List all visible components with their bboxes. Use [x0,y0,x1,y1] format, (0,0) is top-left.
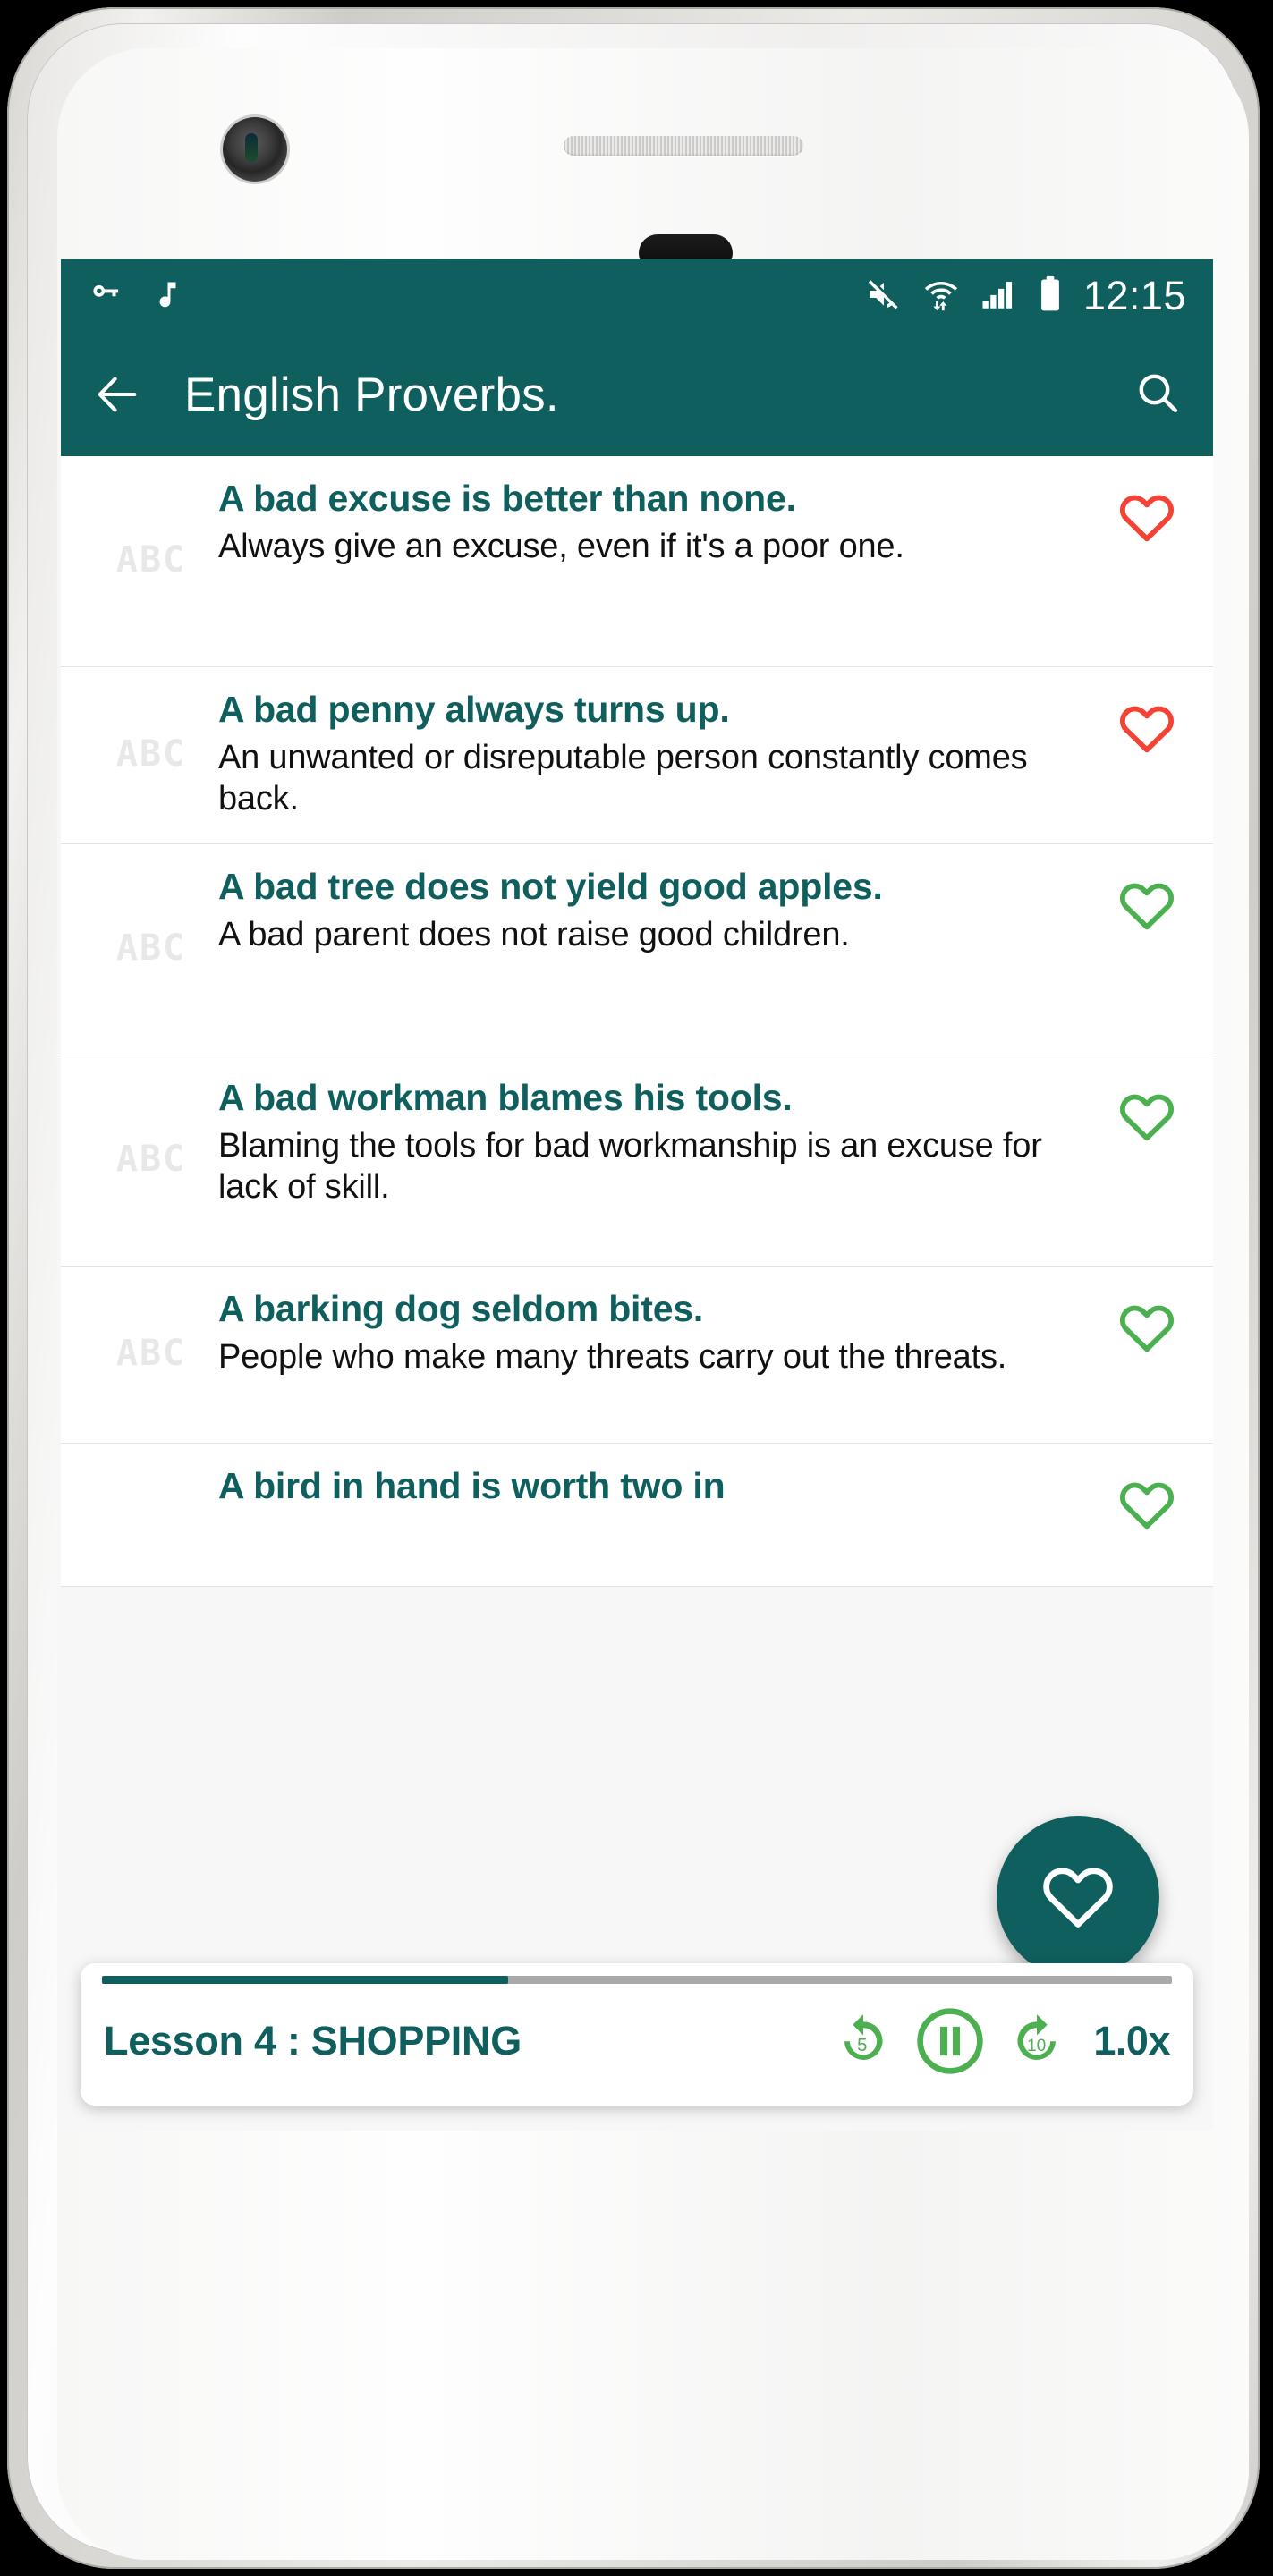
key-icon [88,275,127,318]
status-bar-clock: 12:15 [1082,273,1186,318]
signal-bars-icon [980,275,1017,318]
proverb-title: A bad excuse is better than none. [218,478,796,519]
svg-text:10: 10 [1027,2037,1046,2055]
thumbnail-placeholder: ABC [84,1333,218,1374]
abc-placeholder-icon: ABC [115,538,187,580]
row-text: A bad penny always turns up. An unwanted… [218,687,1104,820]
abc-placeholder-icon: ABC [115,1138,187,1180]
player-controls-row: Lesson 4 : SHOPPING 5 10 1.0x [81,1984,1193,2097]
thumbnail-placeholder: ABC [84,733,218,775]
proverb-title: A bad workman blames his tools. [218,1077,793,1118]
transport-controls: 5 10 1.0x [830,2002,1170,2080]
proverb-title: A bad penny always turns up. [218,689,730,730]
playback-speed-button[interactable]: 1.0x [1093,2018,1170,2064]
proverb-title: A barking dog seldom bites. [218,1288,704,1329]
abc-placeholder-icon: ABC [115,733,187,775]
music-note-icon [150,275,182,318]
table-row[interactable]: A bird in hand is worth two in [61,1444,1213,1587]
favorite-button[interactable] [1104,1075,1190,1147]
audio-player-bar: Lesson 4 : SHOPPING 5 10 1.0x [61,1963,1213,2131]
proverb-description: People who make many threats carry out t… [218,1338,1007,1377]
proverb-description: A bad parent does not raise good childre… [218,916,850,954]
status-bar-right: 12:15 [865,273,1186,319]
thumbnail-placeholder: ABC [84,539,218,580]
search-icon[interactable] [1133,368,1183,422]
table-row[interactable]: ABC A bad excuse is better than none. Al… [61,456,1213,667]
proverb-description: Always give an excuse, even if it's a po… [218,528,904,566]
table-row[interactable]: ABC A bad workman blames his tools. Blam… [61,1055,1213,1267]
row-text: A bad excuse is better than none. Always… [218,476,1104,567]
proverb-title: A bird in hand is worth two in [218,1465,726,1506]
favorite-button[interactable] [1104,1286,1190,1358]
row-text: A barking dog seldom bites. People who m… [218,1286,1104,1377]
lesson-title: Lesson 4 : SHOPPING [104,2018,522,2063]
proverb-description: Blaming the tools for bad workmanship is… [218,1127,1042,1207]
row-text: A bad tree does not yield good apples. A… [218,864,1104,955]
playback-progress-fill [102,1976,509,1984]
wifi-icon [922,275,960,318]
status-bar-left [88,275,182,318]
favorite-button[interactable] [1104,687,1190,758]
thumbnail-placeholder: ABC [84,1139,218,1180]
thumbnail-placeholder: ABC [84,928,218,969]
phone-screen: 12:15 English Proverbs. ABC A bad excuse… [61,259,1213,2131]
abc-placeholder-icon: ABC [115,927,187,969]
replay-5-button[interactable]: 5 [830,2008,896,2074]
proverb-description: An unwanted or disreputable person const… [218,739,1028,818]
favorite-button[interactable] [1104,476,1190,547]
table-row[interactable]: ABC A bad penny always turns up. An unwa… [61,667,1213,844]
svg-text:5: 5 [858,2036,868,2055]
row-text: A bad workman blames his tools. Blaming … [218,1075,1104,1208]
status-bar: 12:15 [61,259,1213,333]
row-text: A bird in hand is worth two in [218,1463,1104,1508]
battery-icon [1037,275,1064,318]
playback-progress-track[interactable] [102,1976,1172,1984]
table-row[interactable]: ABC A bad tree does not yield good apple… [61,844,1213,1055]
camera-lens-icon [223,117,287,182]
proverb-list[interactable]: ABC A bad excuse is better than none. Al… [61,456,1213,1587]
earpiece-speaker [564,136,803,156]
player-card: Lesson 4 : SHOPPING 5 10 1.0x [81,1963,1193,2106]
app-bar: English Proverbs. [61,333,1213,456]
pause-button[interactable] [911,2002,989,2080]
favorite-button[interactable] [1104,864,1190,936]
abc-placeholder-icon: ABC [115,1332,187,1374]
proverb-title: A bad tree does not yield good apples. [218,866,883,907]
page-title: English Proverbs. [184,368,559,421]
favorites-fab-button[interactable] [997,1816,1159,1979]
table-row[interactable]: ABC A barking dog seldom bites. People w… [61,1267,1213,1444]
forward-10-button[interactable]: 10 [1004,2008,1070,2074]
mute-icon [865,275,903,318]
back-button[interactable] [91,369,143,420]
favorite-button[interactable] [1104,1463,1190,1535]
